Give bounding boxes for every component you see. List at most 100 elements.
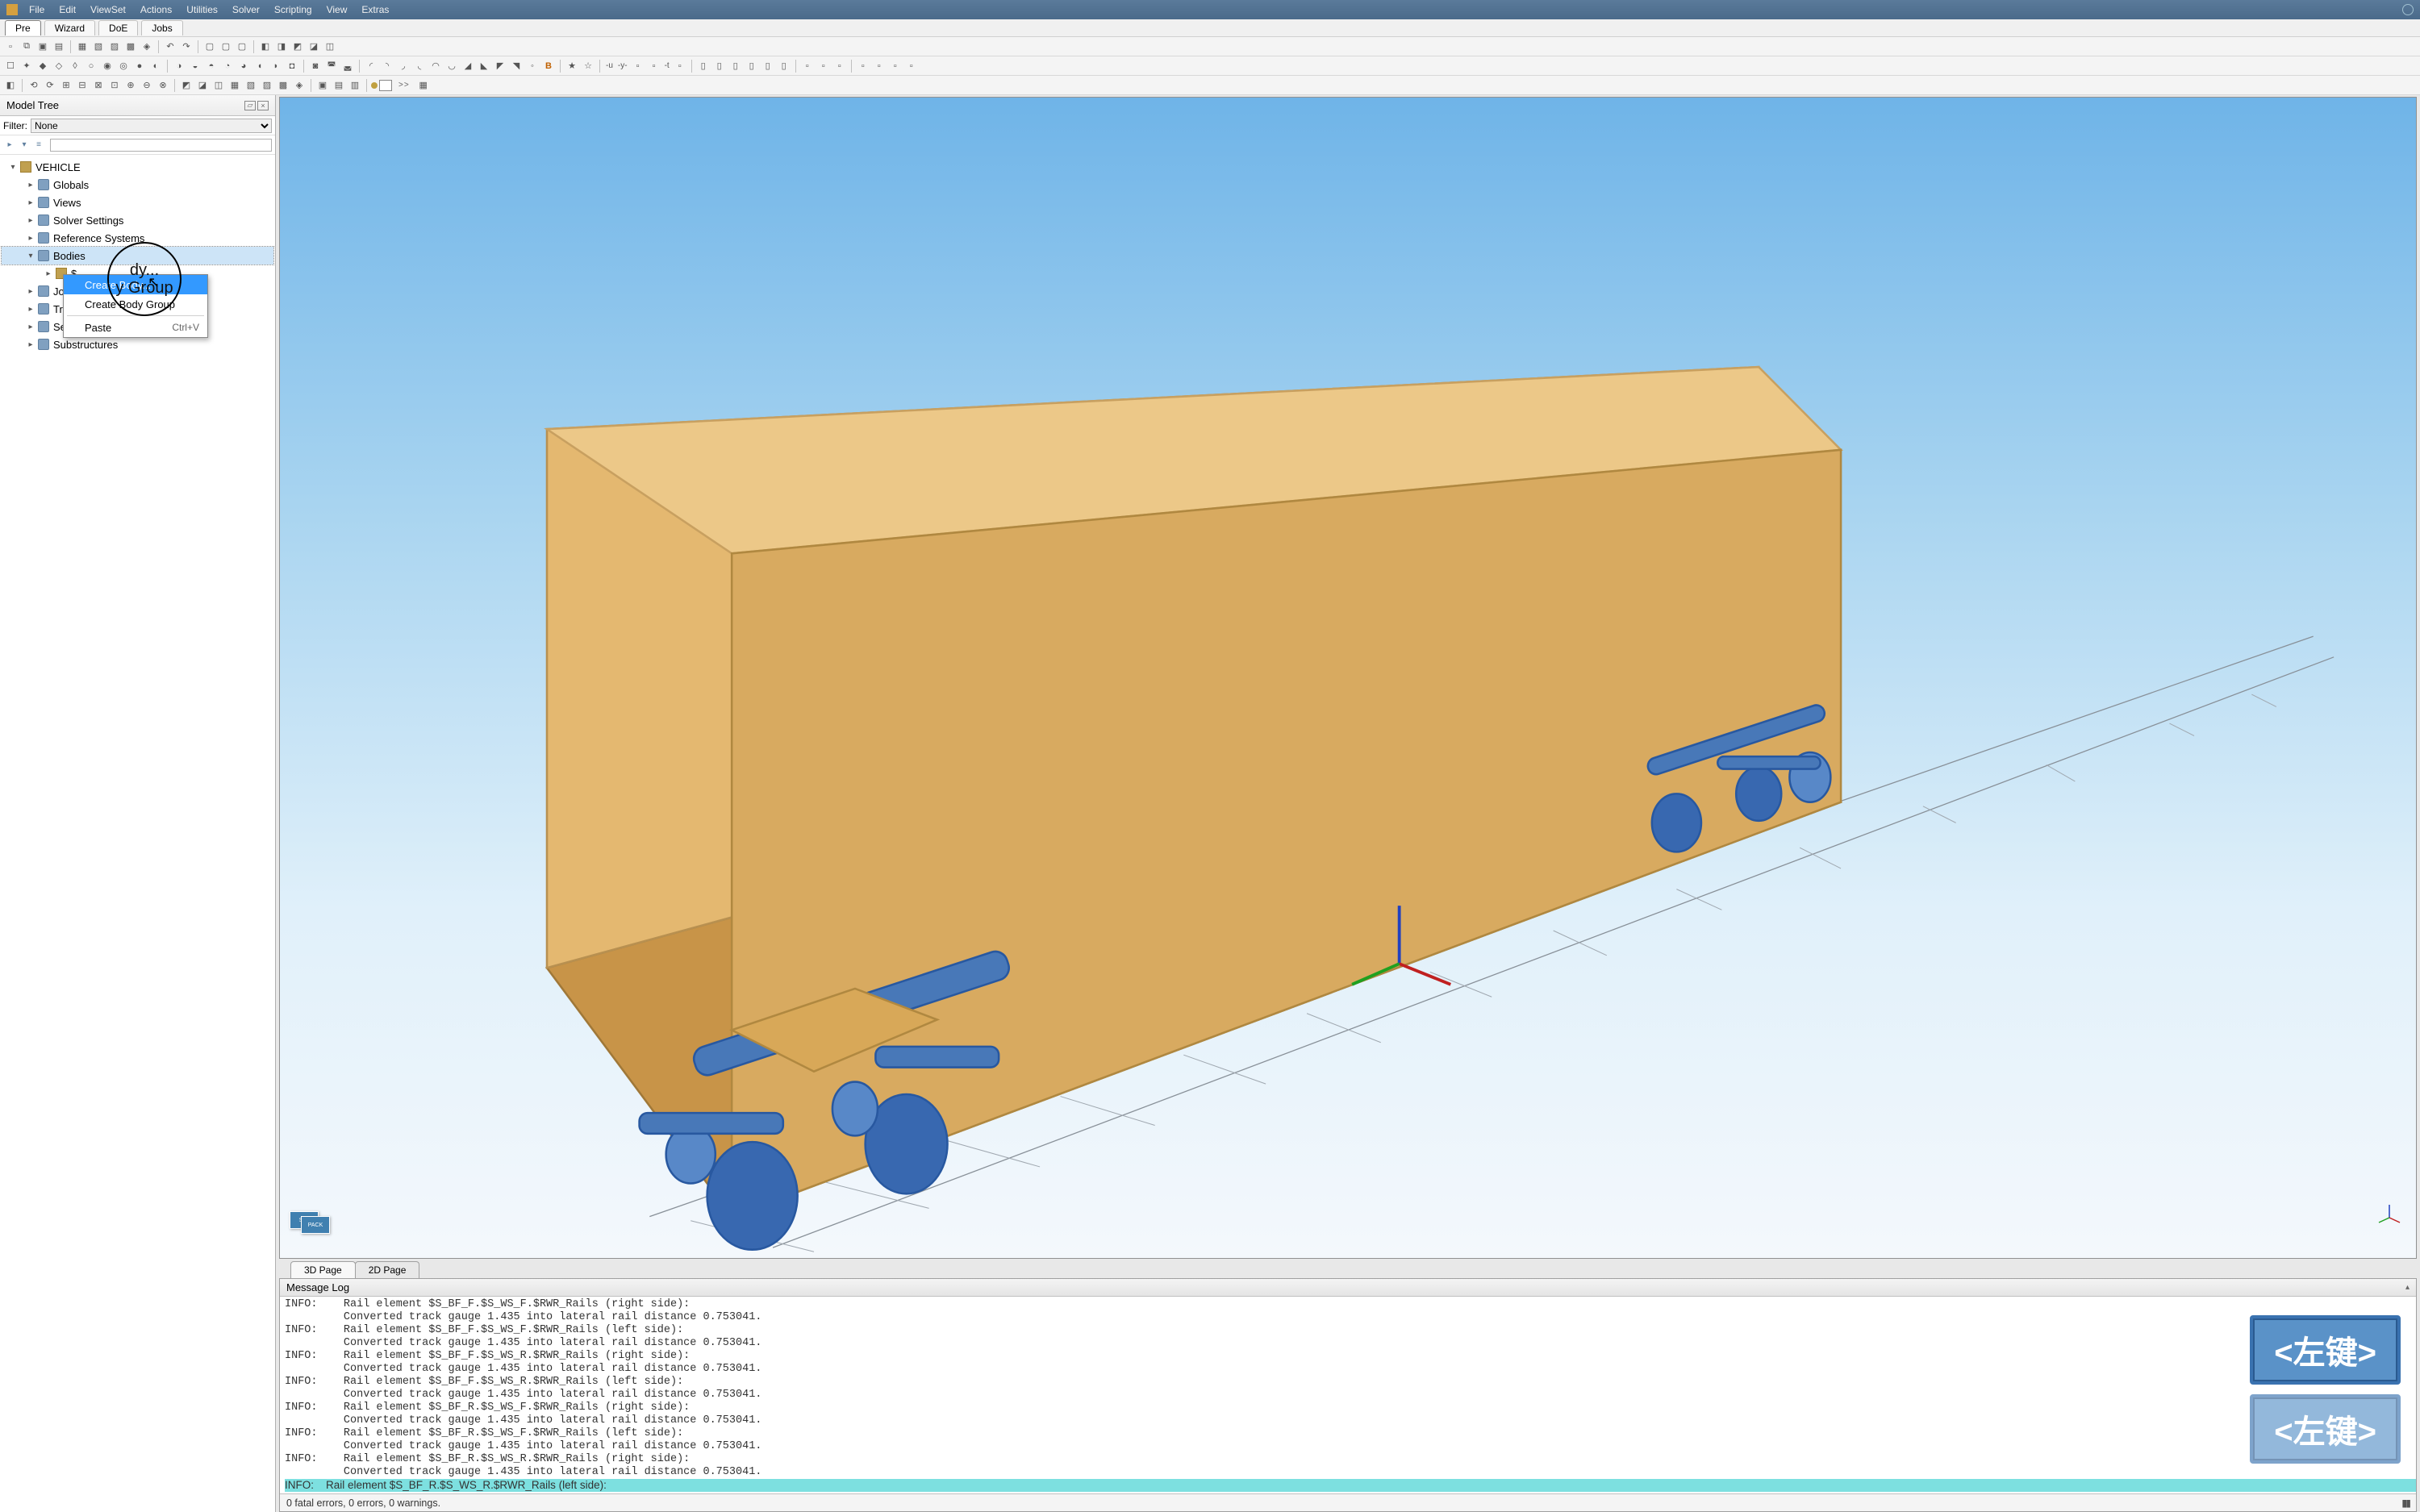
t37-icon[interactable]: ▫ (647, 59, 661, 73)
t29-icon[interactable]: ◣ (477, 59, 491, 73)
t22-icon[interactable]: ◜ (364, 59, 378, 73)
u13-icon[interactable]: ◫ (211, 78, 226, 93)
t36-icon[interactable]: ▫ (631, 59, 645, 73)
chevron-right-icon[interactable]: ▸ (26, 181, 35, 190)
menu-view[interactable]: View (320, 2, 354, 17)
save-icon[interactable]: ▣ (35, 40, 50, 54)
color-box-icon[interactable] (379, 80, 392, 91)
menu-utilities[interactable]: Utilities (180, 2, 224, 17)
saveall-icon[interactable]: ▤ (52, 40, 66, 54)
msglog-toggle-icon[interactable]: ▴ (2405, 1283, 2410, 1292)
tree-node-views[interactable]: ▸Views (2, 194, 273, 211)
t38-icon[interactable]: ▫ (673, 59, 687, 73)
filter-select[interactable]: None (31, 119, 272, 133)
u18-icon[interactable]: ◈ (292, 78, 307, 93)
t31-icon[interactable]: ◥ (509, 59, 524, 73)
tree-search-input[interactable] (50, 139, 272, 152)
cut-icon[interactable]: ▧ (91, 40, 106, 54)
menu-extras[interactable]: Extras (355, 2, 395, 17)
tree-root[interactable]: ▾ VEHICLE (2, 158, 273, 176)
t2-icon[interactable]: ✦ (19, 59, 34, 73)
tree-node-bodies[interactable]: ▾Bodies (2, 247, 273, 264)
tree-node-solver-settings[interactable]: ▸Solver Settings (2, 211, 273, 229)
undo-icon[interactable]: ▩ (123, 40, 138, 54)
redo2-icon[interactable]: ↷ (179, 40, 194, 54)
tab-2d-page[interactable]: 2D Page (355, 1261, 420, 1278)
new-icon[interactable]: ▫ (3, 40, 18, 54)
u5-icon[interactable]: ⊟ (75, 78, 90, 93)
panel-float-icon[interactable]: ▱ (244, 101, 256, 110)
t24-icon[interactable]: ◞ (396, 59, 411, 73)
menu-viewset[interactable]: ViewSet (84, 2, 132, 17)
menu-scripting[interactable]: Scripting (268, 2, 319, 17)
t40-icon[interactable]: ▯ (712, 59, 727, 73)
t14-icon[interactable]: ◔ (220, 59, 235, 73)
t10-icon[interactable]: ◐ (148, 59, 163, 73)
u17-icon[interactable]: ▩ (276, 78, 290, 93)
t45-icon[interactable]: ▫ (800, 59, 815, 73)
u2-icon[interactable]: ⟲ (27, 78, 41, 93)
menu-file[interactable]: File (23, 2, 51, 17)
t9-icon[interactable]: ● (132, 59, 147, 73)
t4-icon[interactable]: ◇ (52, 59, 66, 73)
u7-icon[interactable]: ⊡ (107, 78, 122, 93)
t33-icon[interactable]: B (541, 59, 556, 73)
chevron-right-icon[interactable]: ▸ (26, 234, 35, 243)
t35-icon[interactable]: ☆ (581, 59, 595, 73)
t15-icon[interactable]: ◕ (236, 59, 251, 73)
t47-icon[interactable]: ▫ (832, 59, 847, 73)
tree-node-globals[interactable]: ▸Globals (2, 176, 273, 194)
t39-icon[interactable]: ▯ (696, 59, 711, 73)
chevron-right-icon[interactable]: ▸ (26, 340, 35, 349)
t12-icon[interactable]: ◒ (188, 59, 202, 73)
tree-node-substructures[interactable]: ▸Substructures (2, 335, 273, 353)
g-icon[interactable]: ◪ (307, 40, 321, 54)
t46-icon[interactable]: ▫ (816, 59, 831, 73)
t11-icon[interactable]: ◑ (172, 59, 186, 73)
u21-icon[interactable]: ▥ (348, 78, 362, 93)
menu-solver[interactable]: Solver (226, 2, 266, 17)
u19-icon[interactable]: ▣ (315, 78, 330, 93)
h-icon[interactable]: ◫ (323, 40, 337, 54)
t23-icon[interactable]: ◝ (380, 59, 394, 73)
d-icon[interactable]: ◧ (258, 40, 273, 54)
e-icon[interactable]: ◨ (274, 40, 289, 54)
tree-sort-icon[interactable]: ≡ (32, 139, 45, 152)
b-icon[interactable]: ▢ (219, 40, 233, 54)
t43-icon[interactable]: ▯ (761, 59, 775, 73)
t19-icon[interactable]: ◙ (308, 59, 323, 73)
u20-icon[interactable]: ▤ (332, 78, 346, 93)
chevron-down-icon[interactable]: ▾ (8, 163, 18, 172)
t28-icon[interactable]: ◢ (461, 59, 475, 73)
pause-icon[interactable]: ▮▮ (2401, 1497, 2410, 1509)
t26-icon[interactable]: ◠ (428, 59, 443, 73)
tree-collapse-icon[interactable]: ▾ (18, 139, 31, 152)
u8-icon[interactable]: ⊕ (123, 78, 138, 93)
u3-icon[interactable]: ⟳ (43, 78, 57, 93)
panel-close-icon[interactable]: × (257, 101, 269, 110)
t13-icon[interactable]: ◓ (204, 59, 219, 73)
u16-icon[interactable]: ▨ (260, 78, 274, 93)
t18-icon[interactable]: ◘ (285, 59, 299, 73)
u10-icon[interactable]: ⊗ (156, 78, 170, 93)
u12-icon[interactable]: ◪ (195, 78, 210, 93)
copy-icon[interactable]: ▦ (75, 40, 90, 54)
c-icon[interactable]: ▢ (235, 40, 249, 54)
chevron-right-icon[interactable]: ▸ (26, 198, 35, 207)
t44-icon[interactable]: ▯ (777, 59, 791, 73)
chevron-right-icon[interactable]: ▸ (26, 305, 35, 314)
t32-icon[interactable]: ◦ (525, 59, 540, 73)
t8-icon[interactable]: ◎ (116, 59, 131, 73)
tab-pre[interactable]: Pre (5, 20, 41, 35)
t20-icon[interactable]: ◚ (324, 59, 339, 73)
t1-icon[interactable]: ☐ (3, 59, 18, 73)
t7-icon[interactable]: ◉ (100, 59, 115, 73)
3d-viewport[interactable]: SIM PACK (279, 97, 2417, 1259)
chevron-right-icon[interactable]: ▸ (26, 287, 35, 296)
ctx-create-body-group[interactable]: Create Body Group (64, 294, 207, 314)
chevron-down-icon[interactable]: ▾ (26, 252, 35, 260)
u22-icon[interactable]: ▦ (416, 78, 431, 93)
ctx-paste[interactable]: Paste Ctrl+V (64, 318, 207, 337)
u14-icon[interactable]: ▦ (227, 78, 242, 93)
u6-icon[interactable]: ⊠ (91, 78, 106, 93)
